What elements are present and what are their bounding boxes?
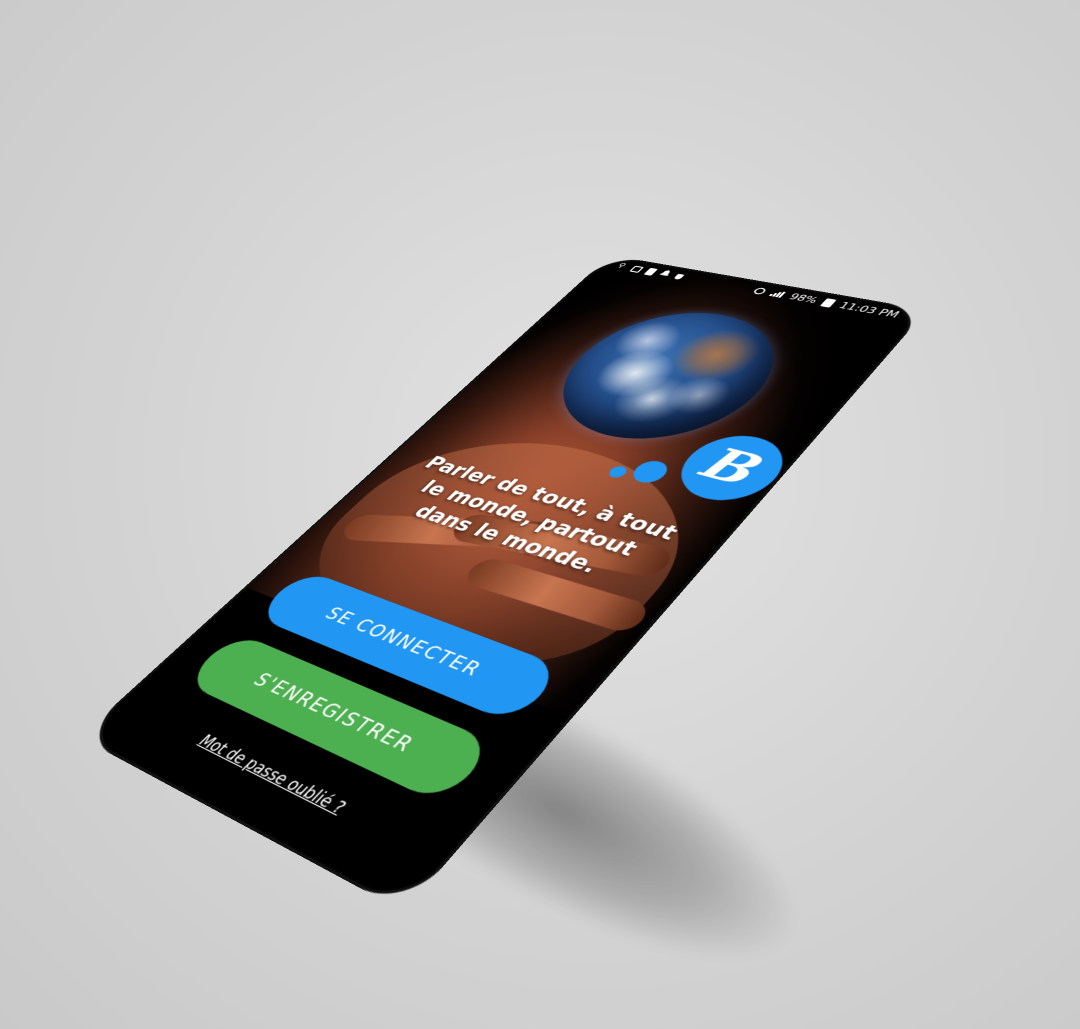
alarm-icon (752, 287, 768, 295)
bell-icon (658, 270, 673, 277)
battery-saver-icon (644, 268, 659, 276)
signal-icon (769, 290, 787, 298)
mockup-stage: 98% 11:03 PM B Parler de tout, à tout le… (0, 0, 1080, 1029)
logo-letter: B (691, 443, 772, 493)
battery-icon (820, 298, 837, 308)
shield-icon (673, 274, 684, 280)
image-icon (629, 265, 644, 272)
battery-percent: 98% (786, 292, 820, 305)
earth-globe-image (522, 299, 813, 458)
usb-icon (615, 263, 630, 270)
app-logo: B (662, 428, 801, 510)
